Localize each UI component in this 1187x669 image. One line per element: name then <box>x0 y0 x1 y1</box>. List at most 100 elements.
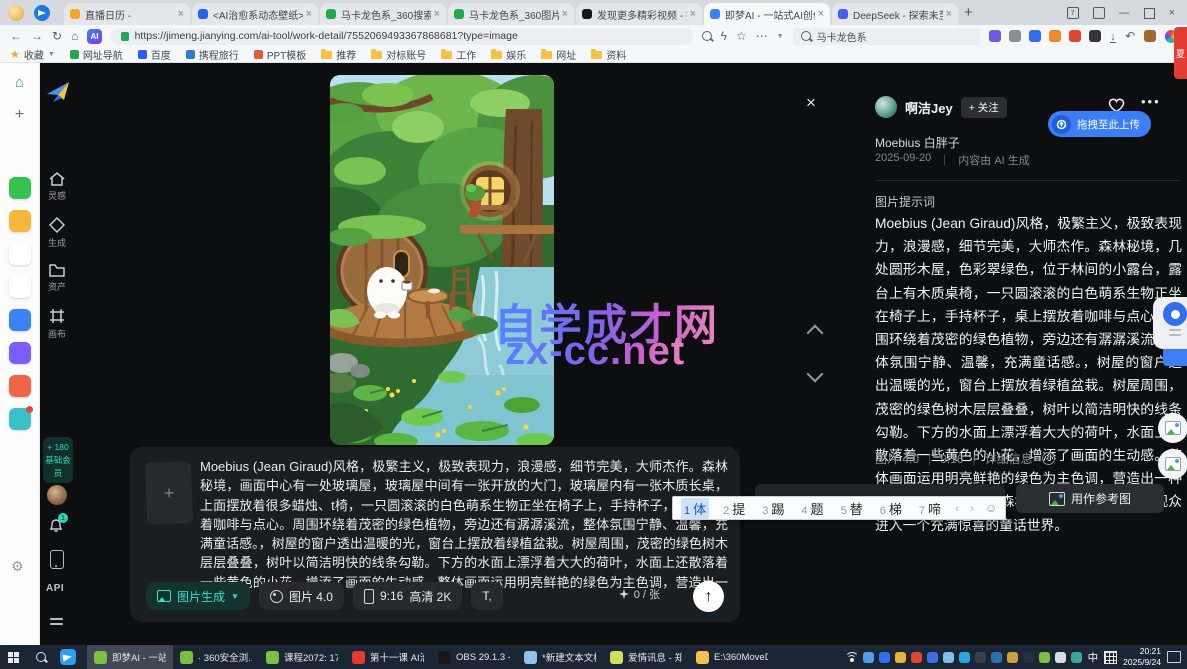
maximize-button[interactable] <box>1144 8 1155 19</box>
jimeng-logo[interactable] <box>45 80 71 104</box>
ime-candidate[interactable]: 4 题 <box>798 498 826 519</box>
browser-tab[interactable]: 马卡龙色系_360搜索 × <box>320 3 446 25</box>
user-avatar[interactable] <box>47 485 67 505</box>
extension-icon[interactable] <box>1049 30 1061 42</box>
tray-app-icon[interactable] <box>1071 652 1082 663</box>
composer-prompt-input[interactable]: Moebius (Jean Giraud)风格，极繁主义，极致表现力，浪漫感，细… <box>200 457 728 593</box>
use-as-reference-button[interactable]: 用作参考图 <box>1016 484 1164 513</box>
ime-candidate[interactable]: 2 提 <box>720 498 748 519</box>
ime-emoji-icon[interactable]: ☺ <box>985 501 997 515</box>
taskbar-clock[interactable]: 20:21 2025/9/24 <box>1123 646 1161 667</box>
taskbar-app[interactable]: 课程2072: 179... <box>259 645 345 669</box>
browser-tab[interactable]: <AI治愈系动态壁纸>操作指... × <box>192 3 318 25</box>
tab-close-icon[interactable]: × <box>690 8 696 20</box>
strip-app-icon[interactable] <box>9 210 31 232</box>
prompt-composer[interactable]: + Moebius (Jean Giraud)风格，极繁主义，极致表现力，浪漫感… <box>130 447 740 622</box>
sidebar-item-generate[interactable]: 生成 <box>48 217 66 249</box>
extension-icon[interactable] <box>1009 30 1021 42</box>
taskbar-app[interactable]: E:\360MoveD... <box>689 645 775 669</box>
tray-app-icon[interactable] <box>863 652 874 663</box>
tray-app-icon[interactable] <box>895 652 906 663</box>
sidebar-item-canvas[interactable]: 画布 <box>48 308 66 340</box>
ime-candidate[interactable]: 3 踢 <box>759 498 787 519</box>
tray-app-icon[interactable] <box>1007 652 1018 663</box>
taskbar-app[interactable]: 即梦AI - 一站... <box>87 645 173 669</box>
ime-language-indicator[interactable]: 中 <box>1088 650 1099 665</box>
home-icon[interactable]: ⌂ <box>71 30 78 42</box>
download-icon[interactable]: ↓ <box>1110 30 1116 43</box>
start-button[interactable] <box>0 645 27 669</box>
taskbar-app[interactable]: 爱情讯息 - 郑... <box>603 645 689 669</box>
strip-settings-gear-icon[interactable]: ⚙ <box>11 558 24 575</box>
strip-app-icon[interactable] <box>9 177 31 199</box>
layout-grid-icon[interactable] <box>1093 7 1105 19</box>
back-icon[interactable]: ← <box>10 30 22 42</box>
browser-tab[interactable]: 马卡龙色系_360图片 × <box>448 3 574 25</box>
taskbar-app[interactable]: · 360安全浏... <box>173 645 259 669</box>
floating-translate-chip[interactable] <box>1163 346 1187 366</box>
author-avatar[interactable] <box>875 96 897 118</box>
strip-app-icon[interactable] <box>9 276 31 298</box>
tray-app-icon[interactable] <box>911 652 922 663</box>
drop-upload-tooltip[interactable]: 拖拽至此上传 <box>1048 111 1151 137</box>
tab-close-icon[interactable]: × <box>434 8 440 20</box>
add-reference-image-button[interactable]: + <box>145 461 193 525</box>
bookmark-item[interactable]: 网址 <box>541 47 576 62</box>
new-tab-button[interactable]: + <box>964 4 973 21</box>
ime-candidate[interactable]: 7 啼 <box>916 498 944 519</box>
browser-tab[interactable]: DeepSeek - 探索未至之境 × <box>832 3 958 25</box>
tray-app-icon[interactable] <box>991 652 1002 663</box>
browser-side-promo[interactable]: 夏 <box>1174 27 1187 79</box>
sidebar-item-inspiration[interactable]: 灵感 <box>48 172 66 202</box>
extension-icon[interactable] <box>1089 30 1101 42</box>
extension-icon[interactable] <box>1069 30 1081 42</box>
strip-app-icon[interactable] <box>9 243 31 265</box>
close-window-button[interactable]: × <box>1169 8 1175 19</box>
taskbar-search-icon[interactable] <box>27 645 54 669</box>
search-value[interactable]: 马卡龙色系 <box>817 29 867 44</box>
touch-keyboard-icon[interactable] <box>1104 651 1117 664</box>
tray-app-icon[interactable] <box>1023 652 1034 663</box>
author-name[interactable]: 啊洁Jey <box>905 98 953 117</box>
mobile-app-icon[interactable] <box>50 550 64 569</box>
lightning-icon[interactable]: ϟ <box>721 30 727 42</box>
briefcase-icon[interactable] <box>1144 30 1155 42</box>
strip-add-icon[interactable]: + <box>9 104 31 126</box>
floating-image-tool-button[interactable] <box>1158 449 1187 479</box>
generated-image[interactable] <box>330 75 554 445</box>
bookmark-item[interactable]: 推荐 <box>321 47 356 62</box>
tray-app-icon[interactable] <box>943 652 954 663</box>
strip-app-icon[interactable] <box>9 375 31 397</box>
pinned-browser-icon[interactable] <box>54 645 81 669</box>
ime-prev-icon[interactable]: ‹ <box>955 501 959 515</box>
generation-mode-button[interactable]: 图片生成 ▼ <box>146 582 250 610</box>
taskbar-app[interactable]: OBS 29.1.3 - ... <box>431 645 517 669</box>
browser-logo-icon[interactable] <box>34 5 50 21</box>
info-icon[interactable]: i <box>1042 452 1055 465</box>
bookmark-item[interactable]: 携程旅行 <box>186 47 239 62</box>
membership-badge[interactable]: + 180 基础会员 <box>43 437 73 483</box>
follow-button[interactable]: + 关注 <box>961 97 1007 118</box>
ratio-quality-button[interactable]: 9:16 高清 2K <box>353 582 462 610</box>
url-text[interactable]: https://jimeng.jianying.com/ai-tool/work… <box>135 30 518 42</box>
strip-app-icon[interactable] <box>9 408 31 430</box>
browser-tab[interactable]: 即梦AI - 一站式AI创作平台 × <box>704 3 830 25</box>
notification-bell-icon[interactable]: 1 <box>48 517 64 538</box>
ime-candidate[interactable]: 6 梯 <box>877 498 905 519</box>
bookmark-item[interactable]: 网址导航 <box>70 47 123 62</box>
tab-close-icon[interactable]: × <box>818 8 824 20</box>
quick-search-box[interactable]: 马卡龙色系 <box>793 28 980 45</box>
refresh-icon[interactable]: ↻ <box>52 30 62 42</box>
more-options-icon[interactable]: ••• <box>1141 94 1161 109</box>
browser-tab[interactable]: 发现更多精彩视频 - 抖音搜索 × <box>576 3 702 25</box>
model-select-button[interactable]: 图片 4.0 <box>259 582 344 610</box>
tab-close-icon[interactable]: × <box>946 8 952 20</box>
floating-assistant-widget[interactable] <box>1153 297 1187 349</box>
floating-image-tool-button[interactable] <box>1158 413 1187 443</box>
more-tools-icon[interactable]: ⋯ <box>756 30 768 42</box>
bookmarks-menu[interactable]: ★ 收藏 ▼ <box>10 47 55 62</box>
bookmark-item[interactable]: 娱乐 <box>491 47 526 62</box>
taskbar-app[interactable]: 第十一课 AI治... <box>345 645 431 669</box>
ime-candidate[interactable]: 5 替 <box>838 498 866 519</box>
strip-home-icon[interactable]: ⌂ <box>9 71 31 93</box>
